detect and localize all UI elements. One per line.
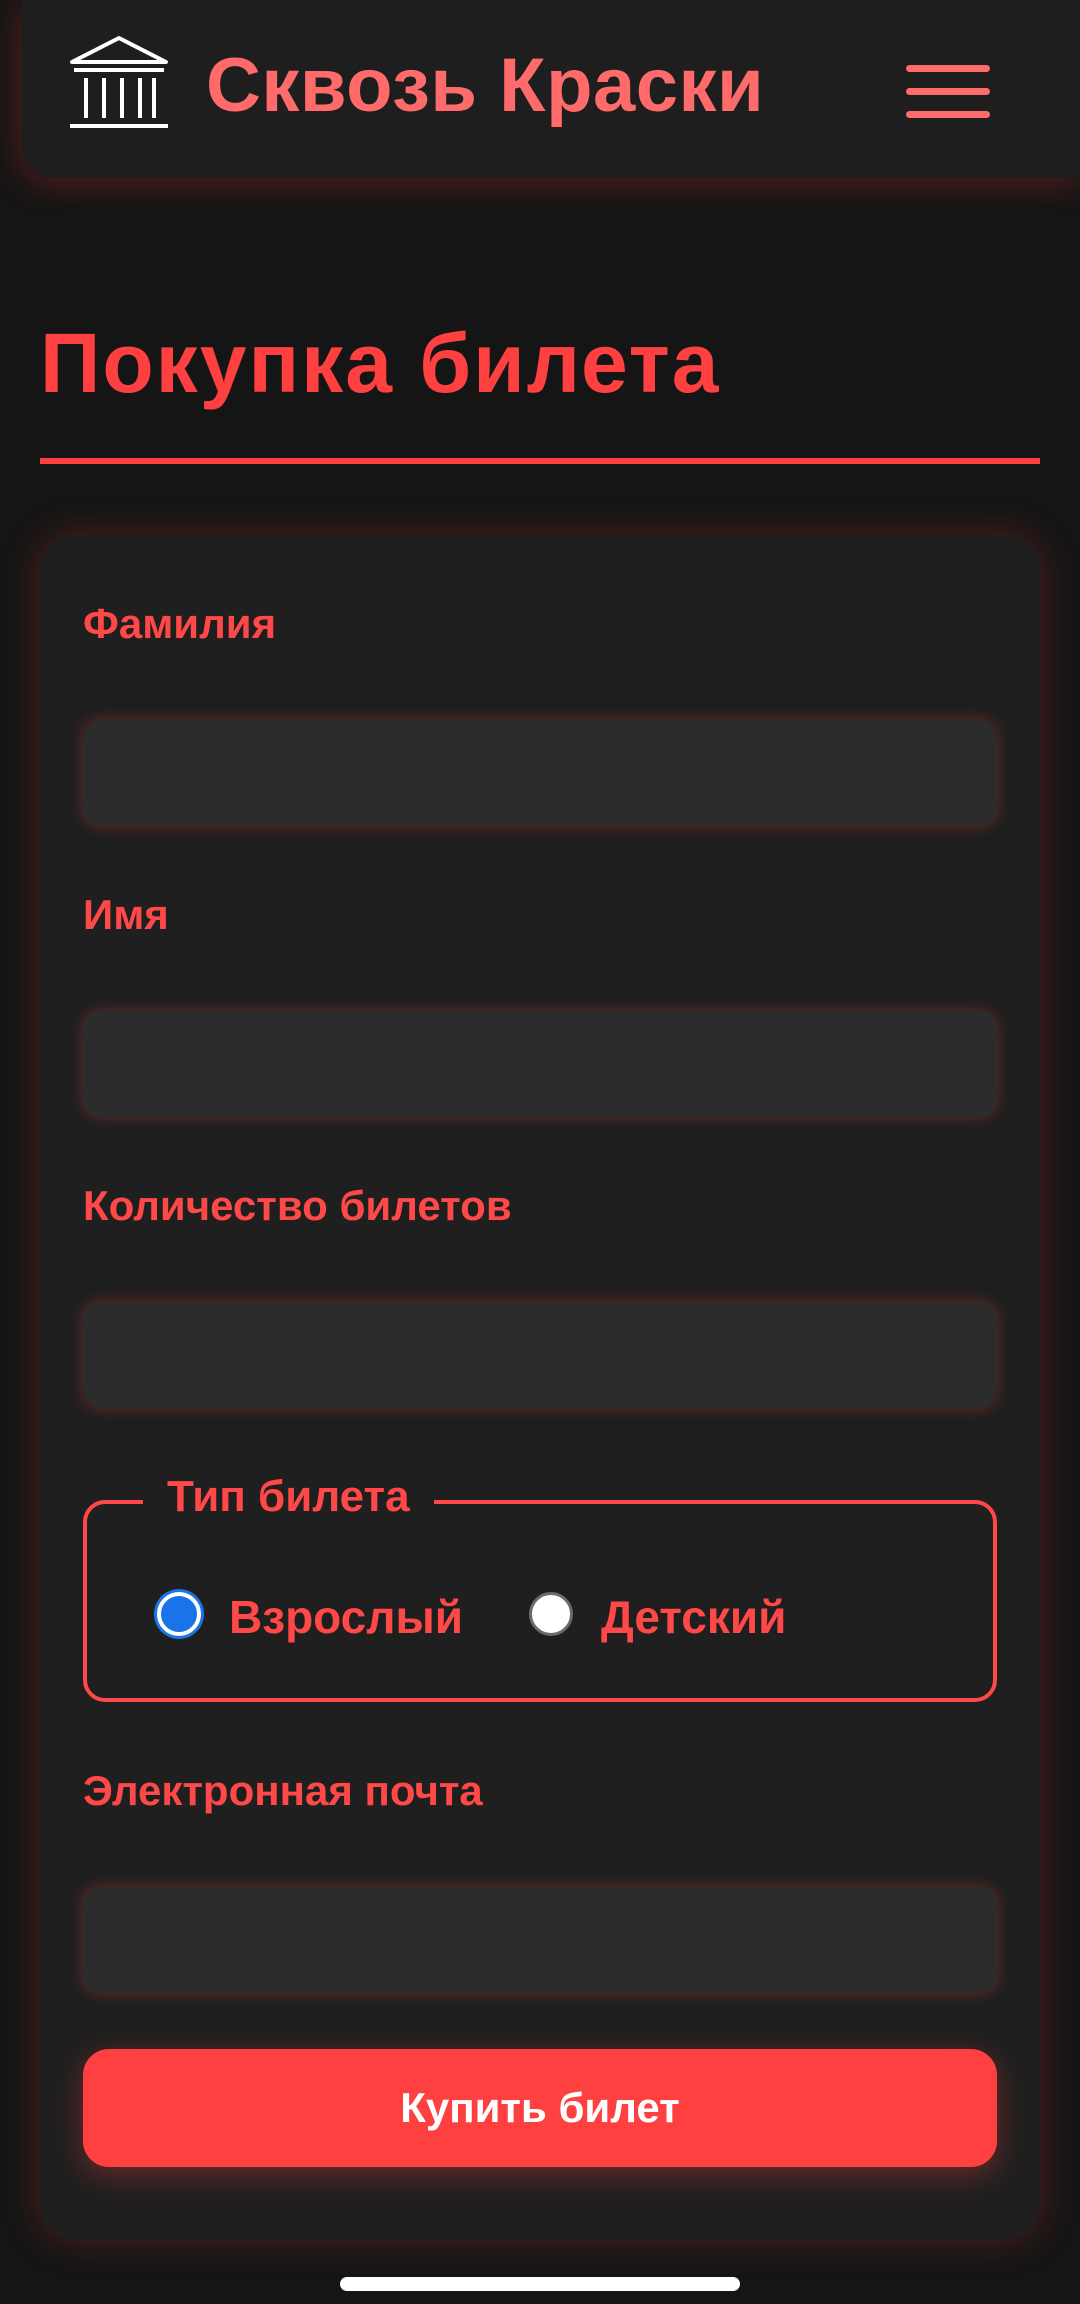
radio-adult[interactable]	[157, 1592, 201, 1636]
home-indicator[interactable]	[340, 2277, 740, 2291]
site-brand[interactable]: Сквозь Краски	[206, 42, 764, 129]
title-divider	[40, 458, 1040, 464]
email-label: Электронная почта	[83, 1767, 483, 1814]
ticket-type-legend: Тип билета	[143, 1472, 434, 1522]
quantity-label: Количество билетов	[83, 1182, 512, 1229]
hamburger-menu-icon[interactable]	[906, 65, 990, 119]
radio-child-label[interactable]: Детский	[601, 1590, 786, 1644]
first-name-label: Имя	[83, 891, 169, 938]
page: Сквозь Краски Покупка билета Фамилия Имя…	[0, 0, 1080, 2304]
last-name-field[interactable]	[83, 720, 997, 826]
page-title: Покупка билета	[40, 316, 721, 410]
site-header: Сквозь Краски	[22, 0, 1080, 178]
first-name-field[interactable]	[83, 1011, 997, 1117]
ticket-type-fieldset: Тип билета Взрослый Детский	[83, 1472, 997, 1702]
buy-ticket-button[interactable]: Купить билет	[83, 2049, 997, 2167]
last-name-label: Фамилия	[83, 600, 277, 647]
email-field[interactable]	[83, 1887, 997, 1993]
radio-child[interactable]	[529, 1592, 573, 1636]
museum-icon[interactable]	[66, 34, 172, 132]
radio-adult-label[interactable]: Взрослый	[229, 1590, 463, 1644]
quantity-field[interactable]	[83, 1302, 997, 1408]
